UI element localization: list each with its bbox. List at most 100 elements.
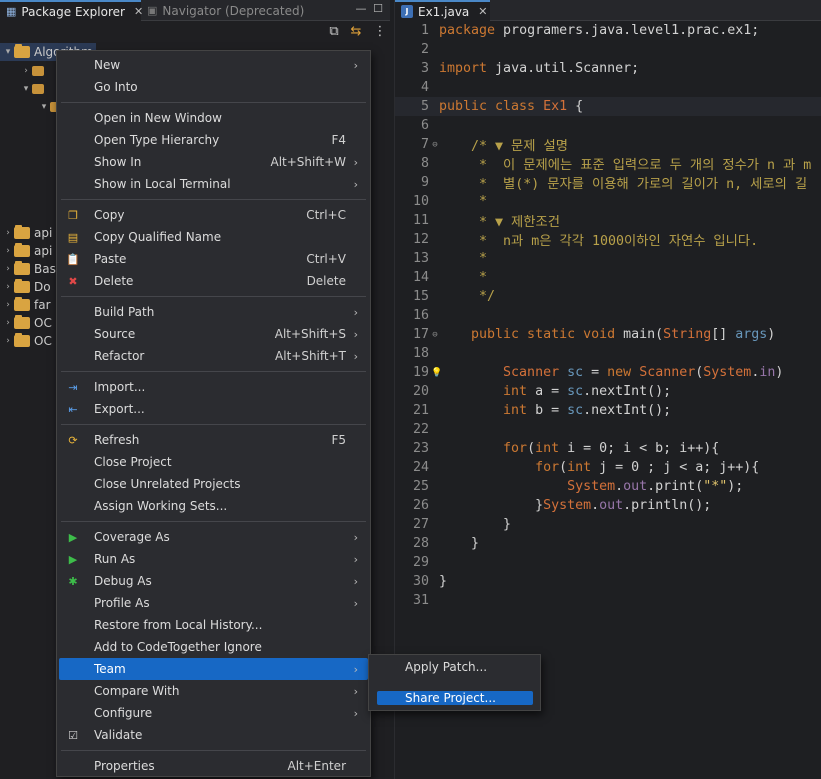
code-text: } xyxy=(439,574,447,589)
menu-item-go-into[interactable]: Go Into xyxy=(59,76,368,98)
menu-item-delete[interactable]: ✖ Delete Delete xyxy=(59,270,368,292)
menu-item-copy[interactable]: ❐ Copy Ctrl+C xyxy=(59,204,368,226)
menu-item-refactor[interactable]: Refactor Alt+Shift+T › xyxy=(59,345,368,367)
code-line[interactable]: 29 xyxy=(395,553,821,572)
chevron-right-icon[interactable]: › xyxy=(20,66,32,76)
menu-item-open-type-hierarchy[interactable]: Open Type Hierarchy F4 xyxy=(59,129,368,151)
code-line[interactable]: 19 💡 Scanner sc = new Scanner(System.in) xyxy=(395,363,821,382)
line-number: 26 xyxy=(412,498,429,513)
fold-icon[interactable]: ⊖ xyxy=(431,330,439,340)
menu-item-configure[interactable]: Configure › xyxy=(59,702,368,724)
chevron-right-icon[interactable]: › xyxy=(2,282,14,292)
tree-item-project[interactable]: › OC xyxy=(0,332,52,350)
code-line[interactable]: 31 xyxy=(395,591,821,610)
tree-item-project[interactable]: › OC xyxy=(0,314,52,332)
code-line[interactable]: 2 xyxy=(395,40,821,59)
menu-item-assign-working-sets[interactable]: Assign Working Sets... xyxy=(59,495,368,517)
link-with-editor-icon[interactable]: ⇆ xyxy=(348,24,364,40)
chevron-right-icon[interactable]: › xyxy=(2,318,14,328)
menu-item-restore-from-local-history[interactable]: Restore from Local History... xyxy=(59,614,368,636)
code-line[interactable]: 28 } xyxy=(395,534,821,553)
minimize-icon[interactable]: — xyxy=(354,2,368,16)
menu-item-new[interactable]: New › xyxy=(59,54,368,76)
menu-item-debug-as[interactable]: ✱ Debug As › xyxy=(59,570,368,592)
code-line[interactable]: 23 for(int i = 0; i < b; i++){ xyxy=(395,439,821,458)
code-line[interactable]: 26 }System.out.println(); xyxy=(395,496,821,515)
menu-item-source[interactable]: Source Alt+Shift+S › xyxy=(59,323,368,345)
code-line[interactable]: 20 int a = sc.nextInt(); xyxy=(395,382,821,401)
code-line[interactable]: 30} xyxy=(395,572,821,591)
tab-package-explorer[interactable]: ▦ Package Explorer ✕ xyxy=(0,0,143,21)
menu-item-add-to-codetogether-ignore[interactable]: Add to CodeTogether Ignore xyxy=(59,636,368,658)
code-line[interactable]: 24 for(int j = 0 ; j < a; j++){ xyxy=(395,458,821,477)
tree-item-child[interactable]: ▾ xyxy=(0,80,47,98)
code-line[interactable]: 8 * 이 문제에는 표준 입력으로 두 개의 정수가 n 과 m xyxy=(395,154,821,173)
code-line[interactable]: 22 xyxy=(395,420,821,439)
maximize-icon[interactable]: ☐ xyxy=(371,2,385,16)
code-line[interactable]: 13 * xyxy=(395,249,821,268)
submenu-item-share-project[interactable]: Share Project... xyxy=(377,691,533,705)
code-line[interactable]: 25 System.out.print("*"); xyxy=(395,477,821,496)
code-line[interactable]: 18 xyxy=(395,344,821,363)
code-line[interactable]: 5 public class Ex1 { xyxy=(395,97,821,116)
code-line[interactable]: 17 ⊖ public static void main(String[] arg… xyxy=(395,325,821,344)
tree-item-project[interactable]: › api xyxy=(0,242,52,260)
tree-item-project[interactable]: › api xyxy=(0,224,52,242)
menu-item-properties[interactable]: Properties Alt+Enter xyxy=(59,755,368,777)
collapse-all-icon[interactable]: ⧉ xyxy=(326,24,342,40)
chevron-down-icon[interactable]: ▾ xyxy=(20,84,32,94)
menu-item-label: Compare With xyxy=(94,684,180,698)
code-line[interactable]: 12 * n과 m은 각각 1000이하인 자연수 입니다. xyxy=(395,230,821,249)
fold-icon[interactable]: ⊖ xyxy=(431,140,439,150)
code-line[interactable]: 11 * ▼ 제한조건 xyxy=(395,211,821,230)
code-line[interactable]: 15 */ xyxy=(395,287,821,306)
menu-item-open-in-new-window[interactable]: Open in New Window xyxy=(59,107,368,129)
chevron-right-icon[interactable]: › xyxy=(2,264,14,274)
menu-item-coverage-as[interactable]: ▶ Coverage As › xyxy=(59,526,368,548)
view-menu-icon[interactable]: ⋮ xyxy=(372,24,388,40)
menu-item-label: Copy Qualified Name xyxy=(94,230,222,244)
code-line[interactable]: 27 } xyxy=(395,515,821,534)
menu-item-team[interactable]: Team › xyxy=(59,658,368,680)
submenu-item-apply-patch[interactable]: Apply Patch... xyxy=(377,660,533,674)
tab-ex1-java[interactable]: J Ex1.java ✕ xyxy=(395,0,490,21)
chevron-down-icon[interactable]: ▾ xyxy=(2,47,14,57)
menu-item-close-project[interactable]: Close Project xyxy=(59,451,368,473)
code-line[interactable]: 21 int b = sc.nextInt(); xyxy=(395,401,821,420)
export-icon: ⇤ xyxy=(68,402,78,416)
menu-item-show-in[interactable]: Show In Alt+Shift+W › xyxy=(59,151,368,173)
code-line[interactable]: 16 xyxy=(395,306,821,325)
menu-item-export[interactable]: ⇤ Export... xyxy=(59,398,368,420)
tree-item-project[interactable]: › Do xyxy=(0,278,51,296)
chevron-down-icon[interactable]: ▾ xyxy=(38,102,50,112)
code-line[interactable]: 9 * 별(*) 문자를 이용해 가로의 길이가 n, 세로의 길 xyxy=(395,173,821,192)
tab-navigator[interactable]: ▣ Navigator (Deprecated) xyxy=(141,0,310,21)
tree-item-project[interactable]: › far xyxy=(0,296,51,314)
menu-item-show-in-local-terminal[interactable]: Show in Local Terminal › xyxy=(59,173,368,195)
code-line[interactable]: 4 xyxy=(395,78,821,97)
chevron-right-icon[interactable]: › xyxy=(2,246,14,256)
chevron-right-icon[interactable]: › xyxy=(2,300,14,310)
menu-item-paste[interactable]: 📋 Paste Ctrl+V xyxy=(59,248,368,270)
close-icon[interactable]: ✕ xyxy=(478,5,487,18)
menu-item-run-as[interactable]: ▶ Run As › xyxy=(59,548,368,570)
menu-item-close-unrelated-projects[interactable]: Close Unrelated Projects xyxy=(59,473,368,495)
menu-item-profile-as[interactable]: Profile As › xyxy=(59,592,368,614)
menu-item-copy-qualified-name[interactable]: ▤ Copy Qualified Name xyxy=(59,226,368,248)
code-line[interactable]: 14 * xyxy=(395,268,821,287)
menu-item-compare-with[interactable]: Compare With › xyxy=(59,680,368,702)
code-token: for xyxy=(439,460,560,475)
code-line[interactable]: 6 xyxy=(395,116,821,135)
chevron-right-icon[interactable]: › xyxy=(2,228,14,238)
menu-item-import[interactable]: ⇥ Import... xyxy=(59,376,368,398)
menu-item-build-path[interactable]: Build Path › xyxy=(59,301,368,323)
tree-item-child[interactable]: › xyxy=(0,62,47,80)
code-line[interactable]: 3 import java.util.Scanner; xyxy=(395,59,821,78)
chevron-right-icon[interactable]: › xyxy=(2,336,14,346)
menu-item-validate[interactable]: ☑ Validate xyxy=(59,724,368,746)
code-line[interactable]: 1 package programers.java.level1.prac.ex1… xyxy=(395,21,821,40)
code-line[interactable]: 10 * xyxy=(395,192,821,211)
menu-item-refresh[interactable]: ⟳ Refresh F5 xyxy=(59,429,368,451)
tree-item-project[interactable]: › Bas xyxy=(0,260,56,278)
code-line[interactable]: 7 ⊖ /* ▼ 문제 설명 xyxy=(395,135,821,154)
